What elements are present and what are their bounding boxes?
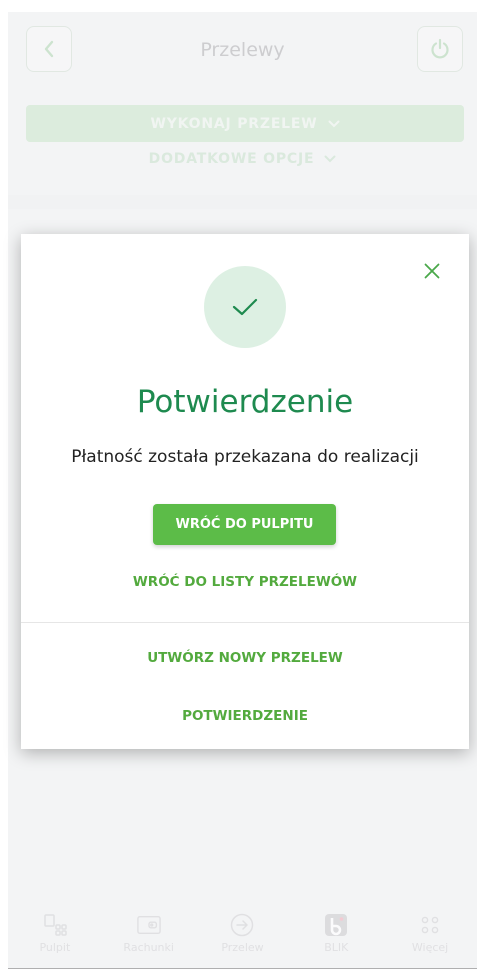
modal-title: Potwierdzenie xyxy=(136,384,354,420)
confirmation-modal: Potwierdzenie Płatność została przekazan… xyxy=(21,234,469,749)
back-to-dashboard-button[interactable]: WRÓĆ DO PULPITU xyxy=(153,504,336,545)
checkmark-icon xyxy=(232,298,258,316)
modal-message: Płatność została przekazana do realizacj… xyxy=(71,447,419,467)
modal-divider xyxy=(21,622,469,623)
confirmation-link[interactable]: POTWIERDZENIE xyxy=(21,708,469,724)
success-badge xyxy=(204,266,286,348)
back-to-transfers-list-link[interactable]: WRÓĆ DO LISTY PRZELEWÓW xyxy=(21,574,469,590)
close-button[interactable] xyxy=(421,260,443,282)
close-icon xyxy=(424,263,440,279)
create-new-transfer-link[interactable]: UTWÓRZ NOWY PRZELEW xyxy=(21,650,469,666)
